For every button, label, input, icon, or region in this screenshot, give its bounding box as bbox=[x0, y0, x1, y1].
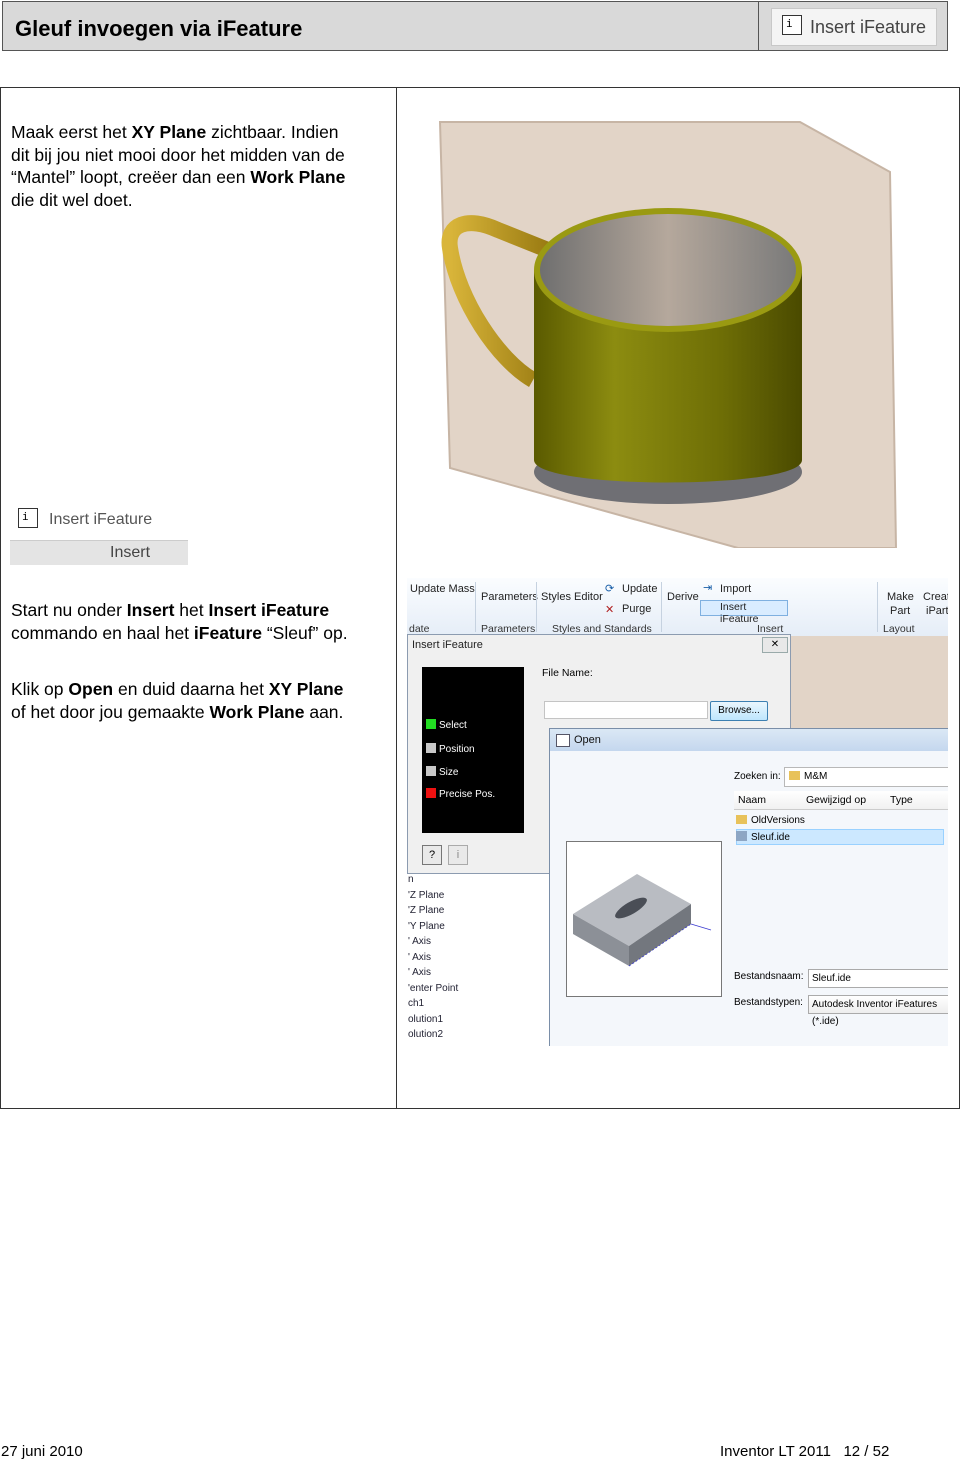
open-dialog-titlebar bbox=[550, 729, 948, 751]
tree-item[interactable]: 'Z Plane bbox=[407, 905, 547, 921]
import-icon: ⇥ bbox=[703, 582, 713, 594]
table-column-divider bbox=[396, 87, 397, 1109]
filename-label: Bestandsnaam: bbox=[734, 971, 804, 982]
folder-icon bbox=[736, 815, 747, 824]
slot-block-preview bbox=[573, 874, 712, 967]
purge-button[interactable]: Purge bbox=[622, 603, 651, 615]
look-in-label: Zoeken in: bbox=[734, 771, 781, 782]
update-button[interactable]: Update bbox=[622, 583, 657, 595]
make-part-line1[interactable]: Make bbox=[887, 591, 914, 603]
make-part-line2[interactable]: Part bbox=[890, 605, 910, 617]
filetype-select[interactable]: Autodesk Inventor iFeatures (*.ide) bbox=[808, 995, 948, 1027]
step-precise-pos[interactable]: Precise Pos. bbox=[426, 788, 495, 800]
browse-button[interactable]: Browse... bbox=[710, 701, 768, 721]
page-number: 12 / 52 bbox=[843, 1443, 890, 1460]
folder-icon bbox=[789, 771, 800, 780]
group-label-layout: Layout bbox=[883, 623, 915, 635]
close-button[interactable]: ✕ bbox=[762, 637, 788, 653]
file-name-label: File Name: bbox=[542, 667, 593, 679]
open-dialog: Open Zoeken in: M&M Naam Gewijzigd op Ty… bbox=[549, 728, 948, 1046]
tree-item[interactable]: n bbox=[407, 874, 547, 890]
step-size[interactable]: Size bbox=[426, 766, 458, 778]
footer-date: 27 juni 2010 bbox=[1, 1443, 83, 1460]
filename-input[interactable]: Sleuf.ide bbox=[808, 969, 948, 988]
tree-item[interactable]: 'enter Point bbox=[407, 983, 547, 999]
model-browser: n 'Z Plane 'Z Plane 'Y Plane ' Axis ' Ax… bbox=[407, 874, 547, 1046]
step3-text: Klik op Open en duid daarna het XY Plane… bbox=[11, 679, 344, 722]
dialog-title: Insert iFeature bbox=[412, 639, 483, 651]
filetype-label: Bestandstypen: bbox=[734, 997, 803, 1008]
derive-button[interactable]: Derive bbox=[667, 591, 699, 603]
step-position[interactable]: Position bbox=[426, 743, 475, 755]
tree-item[interactable]: olution1 bbox=[407, 1014, 547, 1030]
mug-illustration bbox=[438, 121, 898, 548]
step-select[interactable]: Select bbox=[426, 719, 467, 731]
tree-item[interactable]: 'Z Plane bbox=[407, 890, 547, 906]
page-title: Gleuf invoegen via iFeature bbox=[15, 16, 303, 41]
purge-icon: ✕ bbox=[605, 604, 615, 616]
import-button[interactable]: Import bbox=[720, 583, 751, 595]
ide-file-icon bbox=[736, 831, 747, 841]
insert-ribbon-tab: Insert bbox=[10, 540, 188, 565]
step2-text: Start nu onder Insert het Insert iFeatur… bbox=[11, 600, 348, 643]
mug-inner bbox=[540, 214, 796, 326]
insert-ifeature-command: i Insert iFeature bbox=[18, 508, 218, 536]
page-header: Gleuf invoegen via iFeature i Insert iFe… bbox=[2, 1, 948, 51]
list-item[interactable]: Sleuf.ide bbox=[736, 831, 790, 843]
help-button[interactable]: ? bbox=[422, 845, 442, 865]
tree-item[interactable]: ' Axis bbox=[407, 967, 547, 983]
tree-item[interactable]: olution2 bbox=[407, 1029, 547, 1045]
tree-item[interactable]: ' Axis bbox=[407, 936, 547, 952]
look-in-select[interactable]: M&M bbox=[784, 767, 948, 787]
open-dialog-title: Open bbox=[574, 734, 601, 746]
styles-editor-button[interactable]: Styles Editor bbox=[541, 591, 603, 603]
update-mass-button[interactable]: Update Mass bbox=[410, 583, 475, 595]
insert-ifeature-ribbon-button[interactable]: Insert iFeature bbox=[700, 600, 788, 625]
header-divider bbox=[758, 2, 759, 51]
dialog-icon bbox=[556, 734, 570, 747]
col-type[interactable]: Type bbox=[890, 794, 913, 806]
tree-item[interactable]: 'Y Plane bbox=[407, 921, 547, 937]
parameters-button[interactable]: Parameters bbox=[481, 591, 538, 603]
plane-background bbox=[791, 636, 948, 728]
update-icon: ⟳ bbox=[605, 583, 615, 595]
insert-ifeature-label: Insert iFeature bbox=[49, 511, 153, 528]
col-modified[interactable]: Gewijzigd op bbox=[806, 794, 866, 806]
file-name-input[interactable] bbox=[544, 701, 708, 719]
insert-ifeature-icon: i bbox=[18, 508, 38, 528]
tree-item[interactable]: ' Axis bbox=[407, 952, 547, 968]
step1-text: Maak eerst het XY Plane zichtbaar. Indie… bbox=[11, 122, 346, 210]
info-button[interactable]: i bbox=[448, 845, 468, 865]
tree-item[interactable]: ch1 bbox=[407, 998, 547, 1014]
file-list-header: Naam Gewijzigd op Type bbox=[734, 791, 948, 810]
create-ipart-line2[interactable]: iPart bbox=[926, 605, 948, 617]
insert-ifeature-screenshot: Update Mass Parameters Styles Editor ⟳ U… bbox=[407, 578, 948, 1046]
list-item[interactable]: OldVersions bbox=[736, 815, 805, 826]
header-button-label: Insert iFeature bbox=[810, 17, 927, 37]
ribbon: Update Mass Parameters Styles Editor ⟳ U… bbox=[407, 578, 948, 637]
col-name[interactable]: Naam bbox=[738, 794, 766, 806]
insert-ifeature-icon: i bbox=[782, 15, 802, 35]
footer-product: Inventor LT 2011 12 / 52 bbox=[720, 1443, 890, 1460]
create-ipart-line1[interactable]: Creat bbox=[923, 591, 948, 603]
ifeature-steps-panel: Select Position Size Precise Pos. bbox=[422, 667, 524, 833]
file-preview bbox=[566, 841, 722, 997]
insert-ifeature-header-button: i Insert iFeature bbox=[771, 8, 937, 46]
